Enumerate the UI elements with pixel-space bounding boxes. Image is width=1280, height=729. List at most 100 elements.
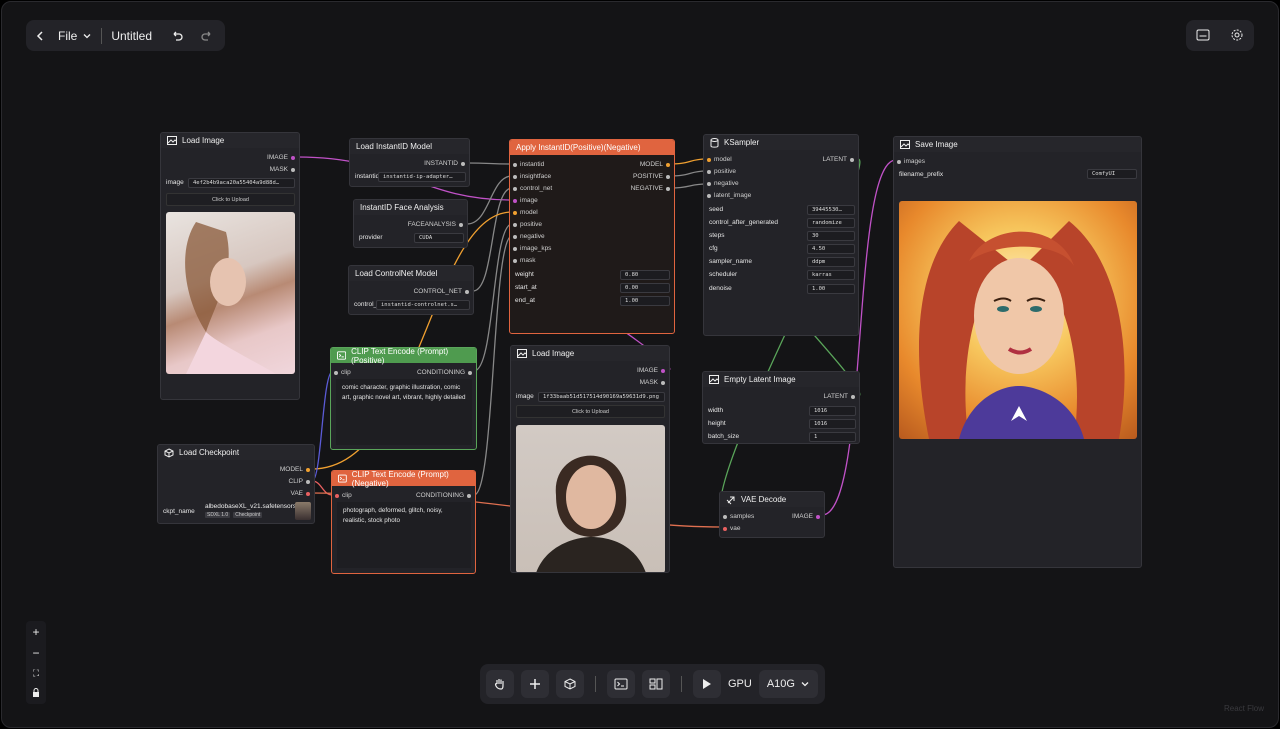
port-dot[interactable]	[513, 174, 517, 179]
port-dot[interactable]	[850, 157, 854, 162]
node-load-controlnet[interactable]: Load ControlNet Model CONTROL_NET contro…	[348, 265, 474, 315]
zoom-out-icon[interactable]: −	[32, 646, 39, 660]
node-header[interactable]: Save Image	[894, 137, 1141, 152]
port-dot[interactable]	[666, 186, 670, 191]
input-images[interactable]: images	[897, 158, 925, 165]
output-image[interactable]: IMAGE	[792, 513, 820, 520]
output-image[interactable]: IMAGE	[267, 154, 295, 161]
gpu-select[interactable]: A10G	[758, 670, 818, 698]
input-vae[interactable]: vae	[723, 525, 740, 532]
node-header[interactable]: Load Image	[511, 346, 669, 361]
port-dot[interactable]	[306, 479, 310, 484]
port-dot[interactable]	[335, 493, 339, 498]
node-load-image-2[interactable]: Load Image IMAGE MASK image 1f33baab51d5…	[510, 345, 670, 573]
port-dot[interactable]	[334, 370, 338, 375]
port-dot[interactable]	[707, 181, 711, 186]
port-dot[interactable]	[467, 493, 471, 498]
width-input[interactable]: 1016	[809, 406, 856, 416]
output-clip[interactable]: CLIP	[289, 478, 310, 485]
upload-button[interactable]: Click to Upload	[516, 405, 665, 418]
port-dot[interactable]	[723, 526, 727, 531]
seed-input[interactable]: 39445530…	[807, 205, 855, 215]
node-load-image-1[interactable]: Load Image IMAGE MASK image 4ef2b4b9aca2…	[160, 132, 300, 400]
port-dot[interactable]	[306, 491, 310, 496]
node-header[interactable]: Load InstantID Model	[350, 139, 469, 154]
port-dot[interactable]	[816, 514, 820, 519]
denoise-input[interactable]: 1.00	[807, 284, 855, 294]
provider-select[interactable]: CUDA	[414, 233, 464, 243]
output-controlnet[interactable]: CONTROL_NET	[414, 288, 469, 295]
port-dot[interactable]	[897, 159, 901, 164]
input-positive[interactable]: positive	[707, 168, 736, 175]
node-load-checkpoint[interactable]: Load Checkpoint MODEL CLIP VAE ckpt_name…	[157, 444, 315, 524]
add-node-button[interactable]	[521, 670, 549, 698]
zoom-in-icon[interactable]: +	[32, 625, 39, 639]
steps-input[interactable]: 30	[807, 231, 855, 241]
node-header[interactable]: CLIP Text Encode (Prompt)(Negative)	[332, 471, 475, 488]
panel-button[interactable]	[1196, 29, 1210, 43]
output-negative[interactable]: NEGATIVE	[631, 185, 670, 192]
input-image-kps[interactable]: image_kps	[513, 245, 551, 252]
port-dot[interactable]	[707, 193, 711, 198]
node-save-image[interactable]: Save Image images filename_prefix ComfyU…	[893, 136, 1142, 568]
port-dot[interactable]	[461, 161, 465, 166]
undo-button[interactable]	[170, 29, 184, 43]
controlnet-select[interactable]: instantid-controlnet.s…	[376, 300, 470, 310]
image-select[interactable]: 1f33baab51d517514d90169a59631d9.png	[538, 392, 665, 402]
port-dot[interactable]	[291, 155, 295, 160]
port-dot[interactable]	[465, 289, 469, 294]
port-dot[interactable]	[291, 167, 295, 172]
output-instantid[interactable]: INSTANTID	[424, 160, 465, 167]
node-face-analysis[interactable]: InstantID Face Analysis FACEANALYSIS pro…	[353, 199, 468, 248]
port-dot[interactable]	[513, 198, 517, 203]
port-dot[interactable]	[459, 222, 463, 227]
checkpoint-select[interactable]: albedobaseXL_v21.safetensors SDXL 1.0 Ch…	[205, 502, 311, 522]
input-model[interactable]: model	[707, 156, 732, 163]
pan-tool-button[interactable]	[486, 670, 514, 698]
port-dot[interactable]	[513, 222, 517, 227]
batch-size-input[interactable]: 1	[809, 432, 856, 442]
back-button[interactable]	[34, 30, 46, 42]
redo-button[interactable]	[200, 29, 214, 43]
file-menu[interactable]: File	[58, 29, 92, 43]
input-model[interactable]: model	[513, 209, 538, 216]
input-clip[interactable]: clip	[334, 369, 351, 376]
output-conditioning[interactable]: CONDITIONING	[416, 492, 471, 499]
output-vae[interactable]: VAE	[290, 490, 310, 497]
input-negative[interactable]: negative	[707, 180, 739, 187]
port-dot[interactable]	[666, 162, 670, 167]
filename-prefix-input[interactable]: ComfyUI	[1087, 169, 1137, 179]
node-header[interactable]: Load Image	[161, 133, 299, 148]
port-dot[interactable]	[661, 380, 665, 385]
input-control-net[interactable]: control_net	[513, 185, 552, 192]
node-header[interactable]: Load Checkpoint	[158, 445, 314, 460]
instantid-select[interactable]: instantid-ip-adapter…	[378, 172, 466, 182]
models-button[interactable]	[556, 670, 584, 698]
node-header[interactable]: KSampler	[704, 135, 858, 150]
output-latent[interactable]: LATENT	[823, 156, 854, 163]
input-latent-image[interactable]: latent_image	[707, 192, 751, 199]
end-at-input[interactable]: 1.00	[620, 296, 670, 306]
output-mask[interactable]: MASK	[640, 379, 665, 386]
input-samples[interactable]: samples	[723, 513, 754, 520]
node-load-instantid-model[interactable]: Load InstantID Model INSTANTID instantid…	[349, 138, 470, 187]
node-header[interactable]: InstantID Face Analysis	[354, 200, 467, 215]
sampler-select[interactable]: ddpm	[807, 257, 855, 267]
port-dot[interactable]	[707, 157, 711, 162]
port-dot[interactable]	[723, 514, 727, 519]
port-dot[interactable]	[513, 234, 517, 239]
output-model[interactable]: MODEL	[640, 161, 670, 168]
output-model[interactable]: MODEL	[280, 466, 310, 473]
node-clip-negative[interactable]: CLIP Text Encode (Prompt)(Negative) clip…	[331, 470, 476, 574]
prompt-textarea[interactable]: photograph, deformed, glitch, noisy, rea…	[337, 502, 471, 568]
run-button[interactable]	[693, 670, 721, 698]
image-select[interactable]: 4ef2b4b9aca20a55404a9d88d…	[188, 178, 295, 188]
input-positive[interactable]: positive	[513, 221, 542, 228]
node-header[interactable]: Empty Latent Image	[703, 372, 859, 387]
output-mask[interactable]: MASK	[270, 166, 295, 173]
settings-button[interactable]	[1230, 28, 1244, 44]
terminal-button[interactable]	[607, 670, 635, 698]
cfg-input[interactable]: 4.50	[807, 244, 855, 254]
port-dot[interactable]	[661, 368, 665, 373]
output-image[interactable]: IMAGE	[637, 367, 665, 374]
